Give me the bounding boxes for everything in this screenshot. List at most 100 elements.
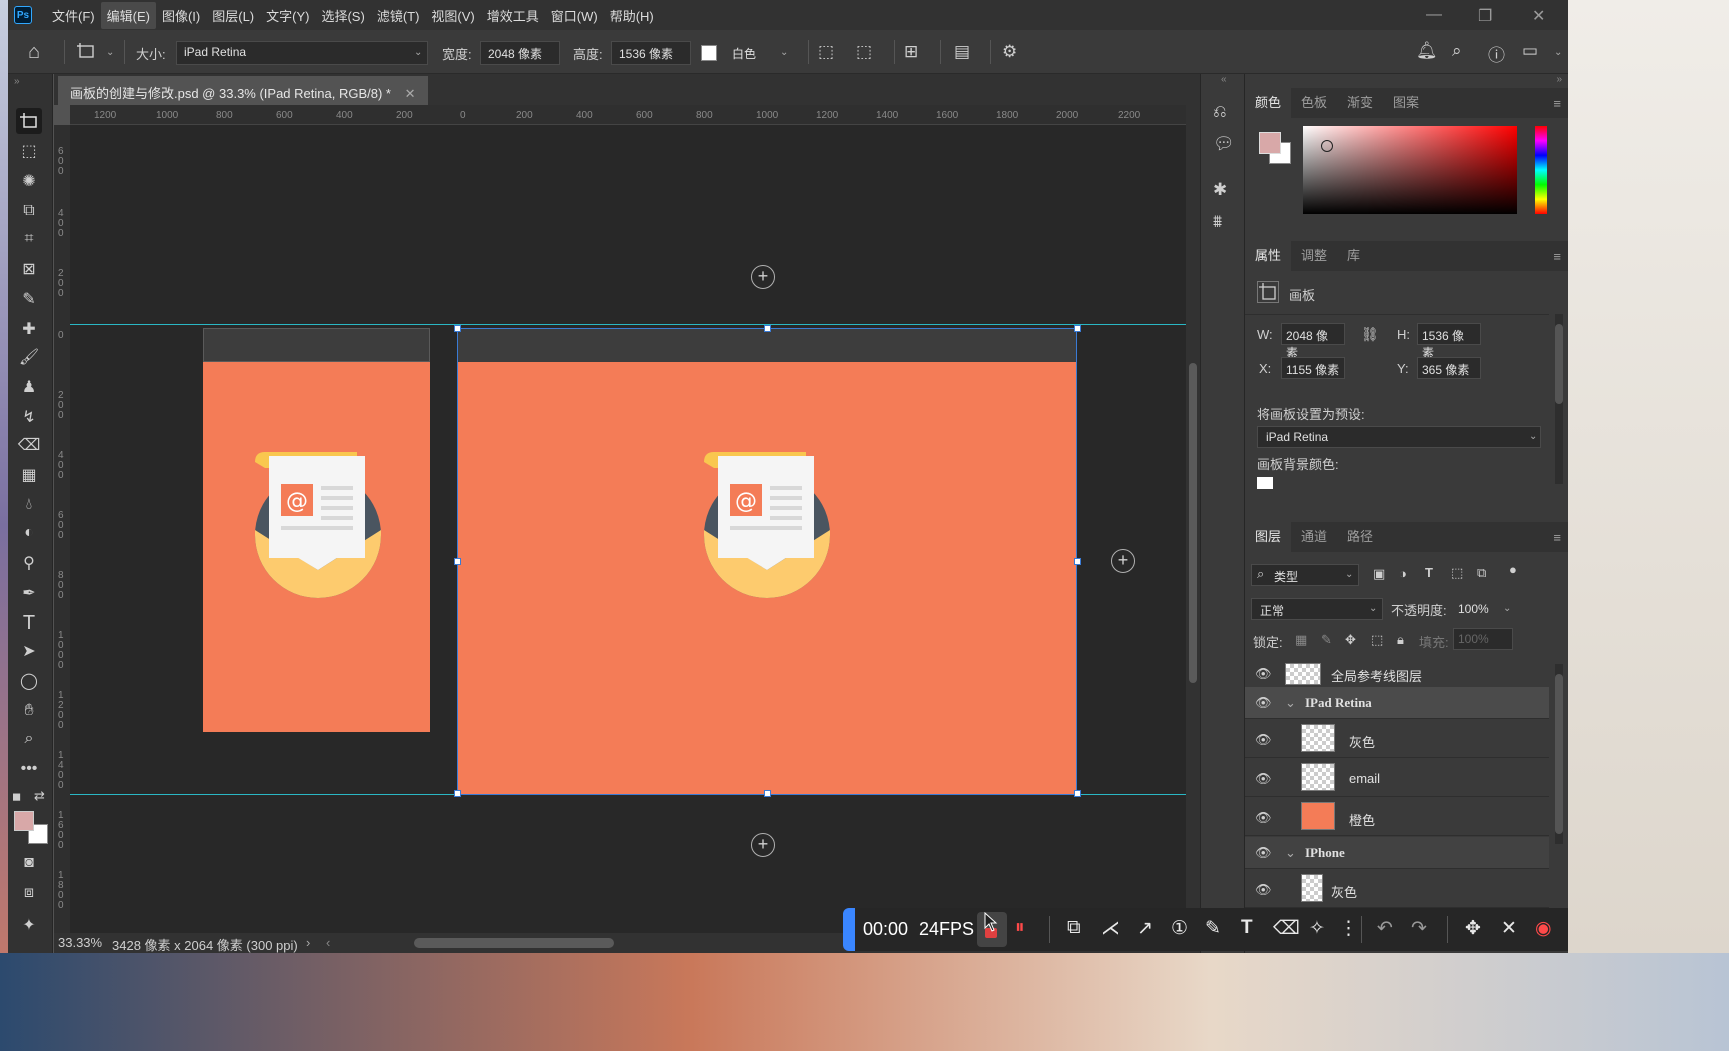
help-icon[interactable]: ⓘ <box>1488 41 1505 66</box>
menu-edit[interactable]: 编辑(E) <box>100 1 156 29</box>
chevron-down-icon[interactable]: ⌄ <box>1554 47 1562 58</box>
minimize-icon[interactable]: — <box>1426 6 1442 24</box>
artboard-group-row[interactable]: 👁︎ ⌄ IPhone <box>1245 837 1549 869</box>
shape-tool-icon[interactable]: ⧉ <box>1067 917 1081 939</box>
search-icon[interactable]: ⌕ <box>1452 41 1462 61</box>
add-artboard-above-button[interactable]: + <box>751 265 775 289</box>
spotlight-icon[interactable]: ✧ <box>1309 917 1325 940</box>
layer-row[interactable]: 👁︎ email <box>1245 759 1549 797</box>
restore-icon[interactable]: ❐ <box>1478 6 1492 26</box>
eraser-tool-icon[interactable]: ⌫ <box>16 432 42 458</box>
tab-color[interactable]: 颜色 <box>1245 88 1292 118</box>
menu-help[interactable]: 帮助(H) <box>604 2 660 29</box>
move-toolbar-icon[interactable]: ✥ <box>1465 917 1481 940</box>
visibility-eye-icon[interactable]: 👁︎ <box>1255 695 1272 711</box>
arrow-tool-icon[interactable]: ↗ <box>1137 917 1153 940</box>
vertical-scroll-thumb[interactable] <box>1189 363 1197 683</box>
y-field[interactable]: 365 像素 <box>1417 357 1481 379</box>
fg-color-chip[interactable] <box>1259 132 1281 154</box>
resize-handle[interactable] <box>1074 558 1081 565</box>
collapse-panels-icon[interactable]: » <box>1556 74 1562 85</box>
color-picker-cursor[interactable] <box>1321 140 1333 152</box>
resize-handle[interactable] <box>454 790 461 797</box>
gradient-tool-icon[interactable]: ▦ <box>16 462 42 488</box>
close-window-icon[interactable]: ✕ <box>1532 6 1545 26</box>
settings-gear-icon[interactable]: ⚙ <box>1002 42 1017 62</box>
lock-artboard-icon[interactable]: ⬚ <box>1371 632 1383 648</box>
tab-patterns[interactable]: 图案 <box>1383 88 1429 118</box>
polyline-tool-icon[interactable]: ⋌ <box>1101 917 1120 940</box>
menu-image[interactable]: 图像(I) <box>156 2 206 29</box>
layer-filter-dropdown[interactable]: 类型 <box>1251 564 1359 586</box>
visibility-eye-icon[interactable]: 👁︎ <box>1255 810 1272 826</box>
object-selection-tool-icon[interactable]: ⧉ <box>16 198 42 224</box>
guide-line[interactable] <box>70 324 1186 325</box>
layer-row[interactable]: 👁︎ 灰色 <box>1245 870 1549 908</box>
blur-tool-icon[interactable]: 💧︎ <box>16 492 42 518</box>
align-icon[interactable]: ▤ <box>954 42 970 62</box>
chevron-down-icon[interactable]: ⌄ <box>106 47 114 58</box>
add-artboard-below-button[interactable]: + <box>751 833 775 857</box>
tab-adjustments[interactable]: 调整 <box>1291 241 1337 271</box>
text-annotate-icon[interactable]: T <box>1241 917 1253 939</box>
close-tab-icon[interactable]: ✕ <box>405 86 416 101</box>
expand-panels-icon[interactable]: « <box>1221 74 1227 85</box>
path-selection-tool-icon[interactable]: ➤ <box>16 638 42 664</box>
pen-tool-icon[interactable]: ✒ <box>16 580 42 606</box>
visibility-eye-icon[interactable]: 👁︎ <box>1255 732 1272 748</box>
screen-mode-icon[interactable]: ⧈ <box>16 880 42 906</box>
history-panel-icon[interactable]: ⎌ <box>1213 102 1227 122</box>
frame-tool-icon[interactable]: ⊠ <box>16 256 42 282</box>
menu-select[interactable]: 选择(S) <box>315 2 370 29</box>
brushes-panel-icon[interactable]: ⩩ <box>1213 212 1222 232</box>
visibility-eye-icon[interactable]: 👁︎ <box>1255 882 1272 898</box>
link-dimensions-icon[interactable]: ⛓ <box>1361 326 1379 343</box>
tab-channels[interactable]: 通道 <box>1291 522 1337 552</box>
comments-panel-icon[interactable]: 💬︎ <box>1213 134 1235 154</box>
chevron-down-icon[interactable]: ⌄ <box>1285 845 1296 861</box>
lock-all-icon[interactable]: 🔒︎ <box>1397 632 1404 648</box>
number-tool-icon[interactable]: ① <box>1171 917 1188 940</box>
height-field[interactable]: 1536 像素 <box>1417 323 1481 360</box>
menu-plugins[interactable]: 增效工具 <box>481 2 545 29</box>
type-tool-icon[interactable]: T <box>16 610 42 636</box>
preset-dropdown[interactable]: iPad Retina <box>1257 426 1541 448</box>
lock-position-icon[interactable]: ✥ <box>1345 632 1356 648</box>
pause-recording-icon[interactable]: ⏸ <box>1015 917 1025 939</box>
healing-brush-tool-icon[interactable]: ✚ <box>16 316 42 342</box>
menu-type[interactable]: 文字(Y) <box>260 2 315 29</box>
clone-stamp-tool-icon[interactable]: ♟ <box>16 374 42 400</box>
scroll-left-icon[interactable]: ‹ <box>326 935 330 950</box>
filter-type-icon[interactable]: T <box>1425 565 1433 580</box>
crop-tool-icon[interactable]: ⌗ <box>16 226 42 252</box>
properties-scrollbar[interactable] <box>1555 314 1563 484</box>
brush-tool-icon[interactable]: 🖌︎ <box>16 344 42 370</box>
filter-pixel-icon[interactable]: ▣ <box>1373 566 1385 582</box>
close-annotations-icon[interactable]: ✕ <box>1501 917 1517 940</box>
quick-selection-tool-icon[interactable]: ✺ <box>16 168 42 194</box>
hue-slider[interactable] <box>1535 126 1547 214</box>
tab-swatches[interactable]: 色板 <box>1291 88 1337 118</box>
zoom-tool-icon[interactable]: ⌕ <box>16 726 42 752</box>
generative-icon[interactable]: ✦ <box>16 912 42 938</box>
swap-colors-icon[interactable]: ⇄ <box>34 788 45 804</box>
menu-filter[interactable]: 滤镜(T) <box>371 2 426 29</box>
status-menu-arrow-icon[interactable]: › <box>306 935 310 950</box>
filter-adjustment-icon[interactable]: ◑ <box>1399 566 1407 581</box>
undo-icon[interactable]: ↶ <box>1377 917 1393 940</box>
chevron-down-icon[interactable]: ⌄ <box>1503 603 1511 614</box>
fill-field[interactable]: 100% <box>1453 628 1513 650</box>
quick-mask-icon[interactable]: ◙ <box>16 850 42 876</box>
size-dropdown[interactable]: iPad Retina <box>176 41 428 65</box>
vertical-scrollbar[interactable] <box>1186 105 1200 933</box>
bell-icon[interactable]: 🔔︎ <box>1416 41 1438 61</box>
more-tools-icon[interactable]: ••• <box>16 756 42 782</box>
width-field[interactable]: 2048 像素 <box>1281 323 1345 360</box>
opacity-field[interactable]: 100% <box>1453 598 1507 620</box>
workspace-icon[interactable]: ▭ <box>1522 41 1538 61</box>
resize-handle[interactable] <box>1074 325 1081 332</box>
blend-mode-dropdown[interactable]: 正常 <box>1251 598 1383 620</box>
pen-annotate-icon[interactable]: ✎ <box>1205 917 1221 940</box>
tab-layers[interactable]: 图层 <box>1245 522 1292 552</box>
visibility-eye-icon[interactable]: 👁︎ <box>1255 666 1272 682</box>
